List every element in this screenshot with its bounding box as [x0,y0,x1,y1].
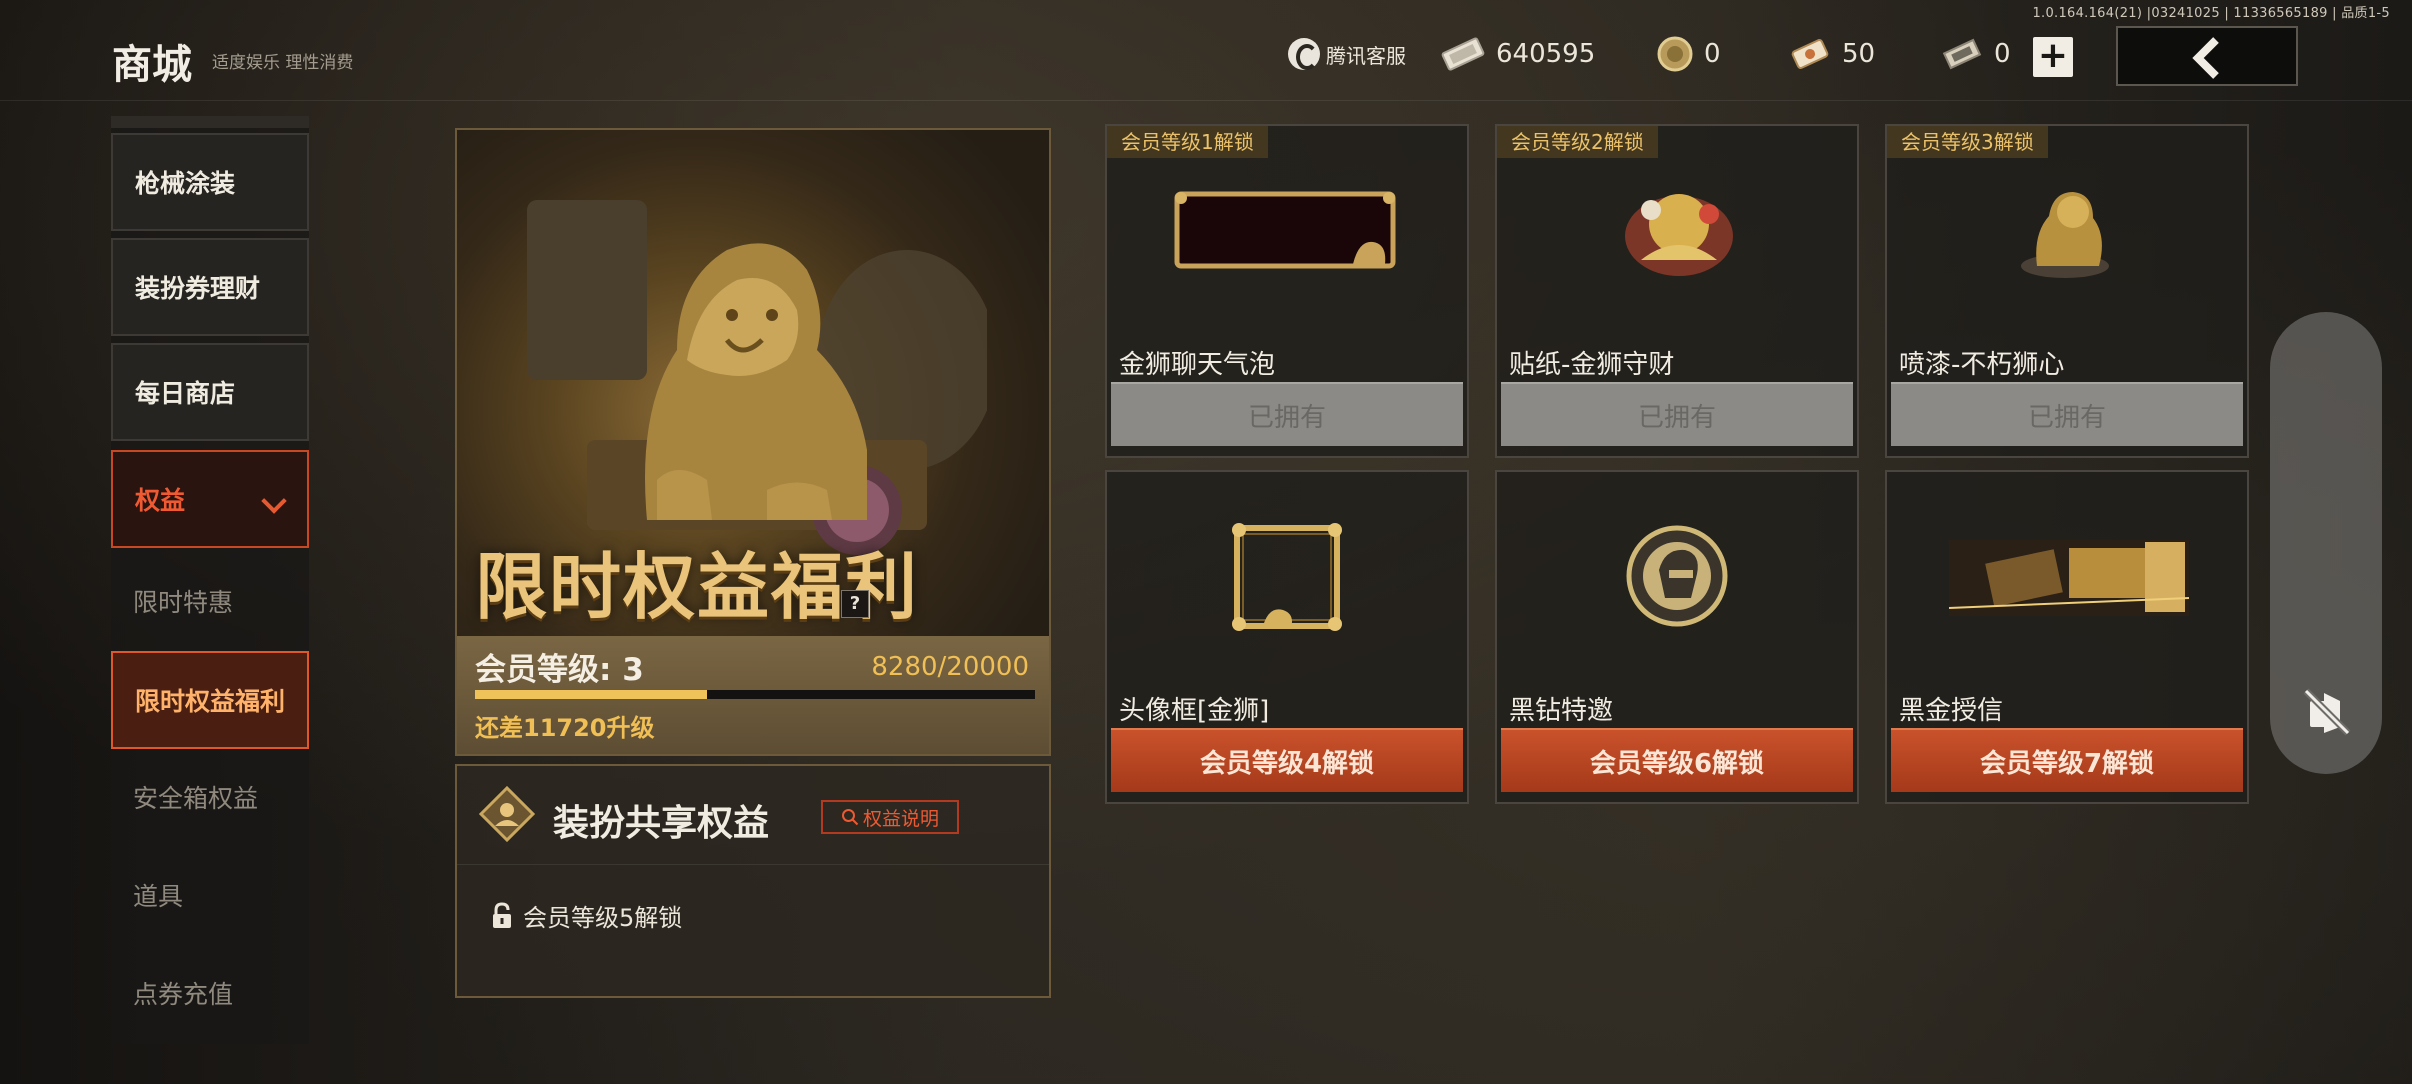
reward-card-avatar-frame[interactable]: 头像框[金狮] 会员等级4解锁 [1105,470,1469,804]
gold-coin-icon [1657,36,1693,72]
sidebar-subitem-recharge[interactable]: 点券充值 [111,944,309,1042]
reward-card-sticker[interactable]: 会员等级2解锁 贴纸-金狮守财 已拥有 [1495,124,1859,458]
benefit-rules-label: 权益说明 [862,807,939,830]
unlock-requirement-button[interactable]: 会员等级7解锁 [1891,728,2243,792]
sticker-lion-image [1625,194,1733,276]
customer-service-button[interactable]: 腾讯客服 [1288,38,1406,70]
point-ticket-icon [1942,38,1982,70]
sidebar-subitem-label: 安全箱权益 [133,784,259,813]
sidebar-subitem-label: 限时特惠 [133,588,234,617]
search-icon [841,809,859,826]
cash-ticket-icon [1441,37,1485,71]
unlock-level-tag: 会员等级3解锁 [1887,126,2048,158]
add-currency-button[interactable]: + [2033,37,2073,77]
sidebar-item-label: 每日商店 [135,379,236,408]
reward-name: 金狮聊天气泡 [1119,350,1276,380]
benefit-rules-button[interactable]: 权益说明 [821,800,959,834]
sidebar-subitem-label: 限时权益福利 [135,687,286,716]
currency-point-ticket[interactable]: 0 [1940,34,2011,74]
customer-service-icon [1288,38,1320,70]
benefit-banner: 限时权益福利 ? 会员等级: 3 8280/20000 还差11720升级 [455,128,1051,756]
lock-icon [493,901,511,928]
reward-name: 贴纸-金狮守财 [1509,350,1675,380]
share-lock-text: 会员等级5解锁 [523,904,683,932]
member-level-label: 会员等级: 3 [475,652,644,688]
reward-name: 喷漆-不朽狮心 [1899,350,2065,380]
chevron-left-icon [2192,37,2219,79]
top-bar: 商城 适度娱乐 理性消费 腾讯客服 640595 0 50 0 + [0,0,2412,101]
chevron-down-icon [261,488,287,514]
unlock-requirement-button[interactable]: 会员等级4解锁 [1111,728,1463,792]
black-diamond-emblem-image [1626,525,1728,627]
sidebar-subitem-items[interactable]: 道具 [111,846,309,944]
share-lock-status: 会员等级5解锁 [491,898,682,933]
spray-lion-image [2021,192,2109,278]
reward-name: 黑金授信 [1899,696,2004,726]
black-gold-credit-image [1949,540,2189,616]
level-progress-fill [475,690,707,699]
owned-button[interactable]: 已拥有 [1891,382,2243,446]
share-benefit-icon [479,786,535,842]
sidebar-item-outfit-finance[interactable]: 装扮券理财 [111,238,309,336]
currency-voucher[interactable]: 50 [1788,34,1875,74]
reward-card-black-gold-credit[interactable]: 黑金授信 会员等级7解锁 [1885,470,2249,804]
chat-bubble-image [1174,191,1396,269]
reward-card-chat-bubble[interactable]: 会员等级1解锁 金狮聊天气泡 已拥有 [1105,124,1469,458]
owned-button[interactable]: 已拥有 [1111,382,1463,446]
unlock-level-tag: 会员等级2解锁 [1497,126,1658,158]
sidebar-subitem-safebox-benefits[interactable]: 安全箱权益 [111,748,309,846]
unlock-level-tag: 会员等级1解锁 [1107,126,1268,158]
reward-name: 黑钻特邀 [1509,696,1614,726]
customer-service-label: 腾讯客服 [1326,43,1406,68]
help-icon[interactable]: ? [841,590,869,618]
sidebar-item-label: 装扮券理财 [135,274,261,303]
currency-voucher-value: 50 [1842,39,1876,69]
sidebar-item-benefits[interactable]: 权益 [111,450,309,548]
page-title: 商城 [112,42,192,88]
sidebar-item-label: 权益 [135,486,186,515]
share-panel-title: 装扮共享权益 [553,803,770,844]
currency-cash[interactable]: 640595 [1440,34,1595,74]
level-progress-text: 8280/20000 [871,652,1029,682]
mute-icon[interactable] [2300,687,2354,737]
sidebar-item-weapon-skins[interactable]: 枪械涂装 [111,133,309,231]
currency-gold-value: 0 [1704,39,1721,69]
sidebar-item-daily-shop[interactable]: 每日商店 [111,343,309,441]
reward-card-spray[interactable]: 会员等级3解锁 喷漆-不朽狮心 已拥有 [1885,124,2249,458]
owned-button[interactable]: 已拥有 [1501,382,1853,446]
page-subtitle: 适度娱乐 理性消费 [212,53,354,73]
currency-point-ticket-value: 0 [1994,39,2011,69]
level-remaining-text: 还差11720升级 [475,714,655,742]
reward-name: 头像框[金狮] [1119,696,1270,726]
back-button[interactable] [2116,26,2298,86]
sidebar-item-label: 枪械涂装 [135,169,236,198]
sidebar-subitem-label: 道具 [133,882,184,911]
voucher-icon [1791,39,1829,69]
reward-card-black-diamond[interactable]: 黑钻特邀 会员等级6解锁 [1495,470,1859,804]
avatar-frame-image [1232,523,1342,631]
sidebar-subitem-limited-deals[interactable]: 限时特惠 [111,552,309,650]
sidebar-subitem-label: 点券充值 [133,980,234,1009]
currency-gold[interactable]: 0 [1656,34,1721,74]
sidebar-scroll-edge [111,116,309,128]
currency-cash-value: 640595 [1496,39,1596,69]
unlock-requirement-button[interactable]: 会员等级6解锁 [1501,728,1853,792]
outfit-share-panel: 装扮共享权益 权益说明 会员等级5解锁 [455,764,1051,998]
level-progress-bar [475,690,1035,699]
sidebar-subitem-limited-benefits[interactable]: 限时权益福利 [111,651,309,749]
